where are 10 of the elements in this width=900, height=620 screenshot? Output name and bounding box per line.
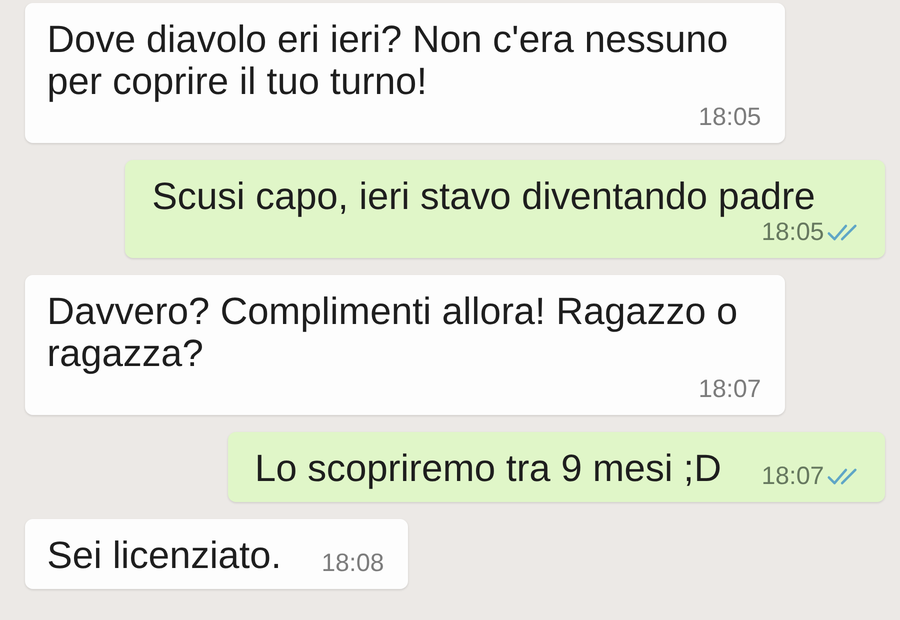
message-text: Davvero? Complimenti allora! Ragazzo o ragazza?	[47, 291, 739, 375]
message-time: 18:08	[321, 549, 384, 577]
message-time: 18:05	[761, 218, 824, 246]
message-time: 18:07	[761, 462, 824, 490]
message-text: Sei licenziato.	[47, 535, 282, 577]
message-text: Lo scopriremo tra 9 mesi ;D	[254, 448, 722, 490]
message-time: 18:05	[698, 103, 761, 131]
message-text: Dove diavolo eri ieri? Non c'era nessuno per coprire il tuo turno!	[47, 19, 730, 103]
message-text: Scusi capo, ieri stavo diventando padre	[152, 176, 816, 218]
message-time: 18:07	[698, 375, 761, 403]
